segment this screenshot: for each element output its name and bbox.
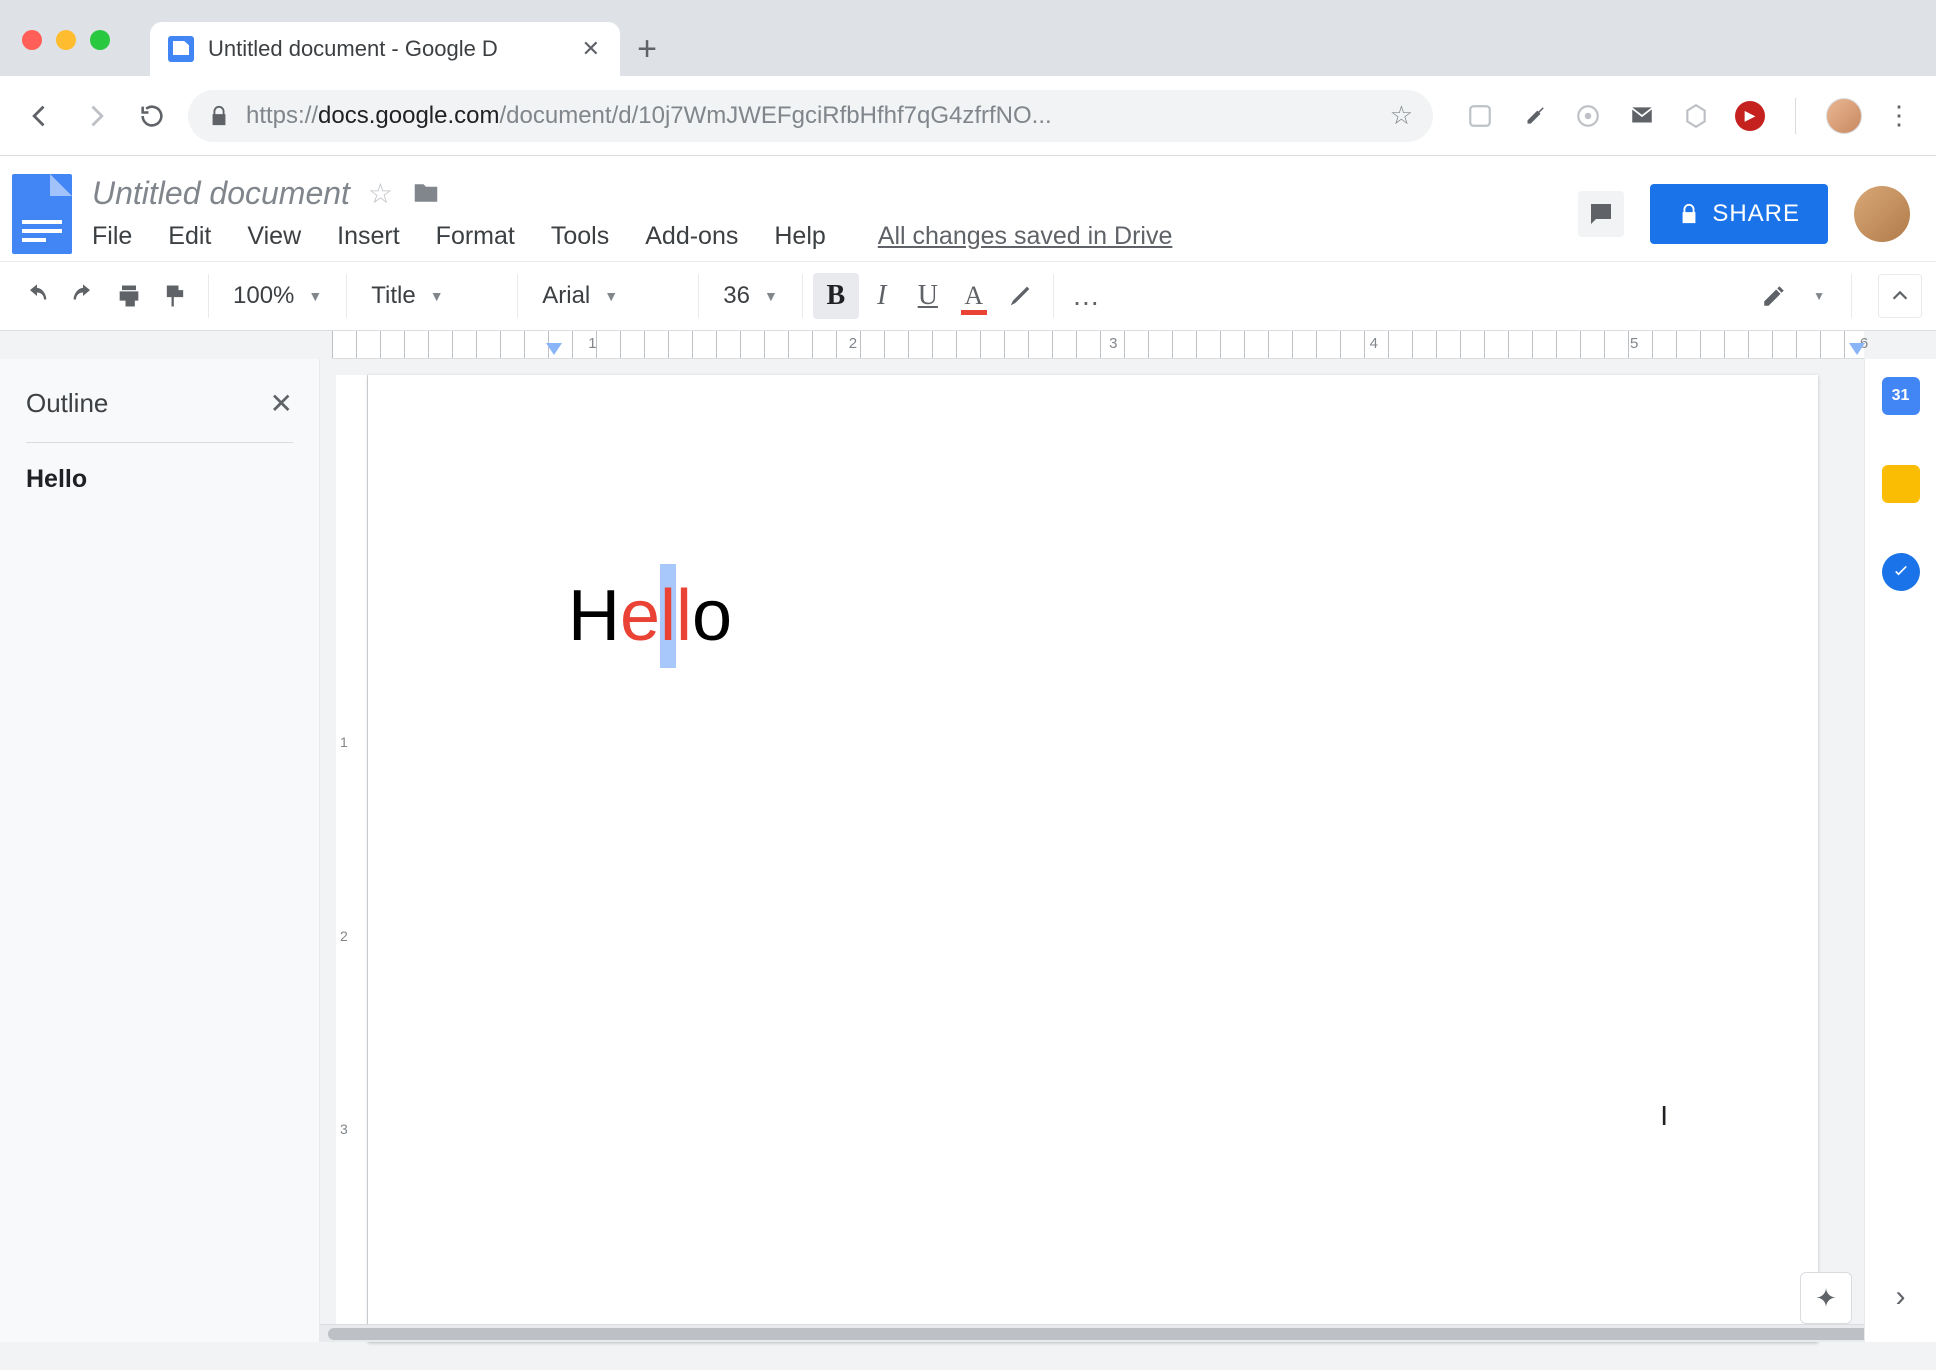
menubar: File Edit View Insert Format Tools Add-o…	[92, 222, 1578, 261]
window-maximize-button[interactable]	[90, 30, 110, 50]
browser-tab[interactable]: Untitled document - Google D ✕	[150, 22, 620, 76]
save-status[interactable]: All changes saved in Drive	[878, 222, 1173, 251]
tab-title: Untitled document - Google D	[208, 36, 498, 62]
caret-down-icon[interactable]: ▼	[1813, 289, 1825, 303]
calendar-addon-icon[interactable]: 31	[1882, 377, 1920, 415]
more-toolbar-button[interactable]: …	[1064, 273, 1110, 319]
lock-icon	[1678, 203, 1700, 225]
move-folder-icon[interactable]	[411, 178, 441, 208]
url-text: https://docs.google.com/document/d/10j7W…	[246, 102, 1052, 130]
redo-button[interactable]	[60, 273, 106, 319]
document-text[interactable]: Hello	[568, 575, 1768, 657]
outline-item[interactable]: Hello	[26, 465, 293, 494]
menu-format[interactable]: Format	[436, 222, 515, 251]
star-document-icon[interactable]: ☆	[368, 177, 393, 210]
new-tab-button[interactable]: +	[620, 22, 674, 76]
document-page[interactable]: Hello I	[368, 375, 1818, 1342]
extension-divider	[1795, 98, 1796, 134]
share-label: SHARE	[1712, 200, 1800, 228]
nav-forward-button[interactable]	[76, 96, 116, 136]
vertical-ruler[interactable]: 1 2 3	[336, 375, 368, 1342]
bold-button[interactable]: B	[813, 273, 859, 319]
tasks-addon-icon[interactable]	[1882, 553, 1920, 591]
right-indent-marker[interactable]	[1849, 343, 1865, 355]
font-size-select[interactable]: 36▼	[709, 273, 792, 319]
menu-view[interactable]: View	[247, 222, 301, 251]
text-color-button[interactable]: A	[951, 273, 997, 319]
hex-extension-icon[interactable]	[1681, 101, 1711, 131]
paint-format-button[interactable]	[152, 273, 198, 319]
nav-reload-button[interactable]	[132, 96, 172, 136]
left-indent-marker[interactable]	[546, 343, 562, 355]
share-button[interactable]: SHARE	[1650, 184, 1828, 244]
outline-title: Outline	[26, 388, 108, 419]
editing-mode-button[interactable]	[1751, 273, 1797, 319]
lock-icon	[208, 105, 230, 127]
eyedropper-extension-icon[interactable]	[1519, 101, 1549, 131]
caret-down-icon: ▼	[604, 288, 618, 304]
comments-button[interactable]	[1578, 191, 1624, 237]
menu-tools[interactable]: Tools	[551, 222, 609, 251]
menu-addons[interactable]: Add-ons	[645, 222, 738, 251]
caret-down-icon: ▼	[764, 288, 778, 304]
close-outline-icon[interactable]: ✕	[270, 387, 293, 420]
print-button[interactable]	[106, 273, 152, 319]
tab-close-icon[interactable]: ✕	[582, 36, 600, 62]
paragraph-style-select[interactable]: Title▼	[357, 273, 507, 319]
window-minimize-button[interactable]	[56, 30, 76, 50]
side-panel: 31 ›	[1864, 359, 1936, 1342]
menu-help[interactable]: Help	[774, 222, 825, 251]
address-bar[interactable]: https://docs.google.com/document/d/10j7W…	[188, 90, 1433, 142]
browser-menu-button[interactable]: ⋮	[1886, 100, 1912, 131]
side-panel-collapse-icon[interactable]: ›	[1896, 1280, 1906, 1314]
mail-extension-icon[interactable]	[1627, 101, 1657, 131]
account-avatar[interactable]	[1854, 186, 1910, 242]
profile-avatar[interactable]	[1826, 98, 1862, 134]
menu-insert[interactable]: Insert	[337, 222, 400, 251]
bookmark-star-icon[interactable]: ☆	[1390, 100, 1413, 131]
extension-icon[interactable]	[1465, 101, 1495, 131]
docs-logo-icon[interactable]	[12, 174, 72, 254]
menu-file[interactable]: File	[92, 222, 132, 251]
nav-back-button[interactable]	[20, 96, 60, 136]
horizontal-ruler[interactable]: 1 2 3 4 5 6	[332, 331, 1864, 359]
zoom-select[interactable]: 100%▼	[219, 273, 336, 319]
caret-down-icon: ▼	[430, 288, 444, 304]
undo-button[interactable]	[14, 273, 60, 319]
horizontal-scrollbar[interactable]	[320, 1324, 1864, 1342]
window-close-button[interactable]	[22, 30, 42, 50]
keep-addon-icon[interactable]	[1882, 465, 1920, 503]
menu-edit[interactable]: Edit	[168, 222, 211, 251]
text-color-indicator	[961, 310, 987, 315]
outline-panel: Outline ✕ Hello	[0, 359, 320, 1342]
font-family-select[interactable]: Arial▼	[528, 273, 688, 319]
highlight-color-button[interactable]	[997, 273, 1043, 319]
explore-button[interactable]: ✦	[1800, 1272, 1852, 1324]
circle-extension-icon[interactable]	[1573, 101, 1603, 131]
docs-favicon-icon	[168, 36, 194, 62]
document-title[interactable]: Untitled document	[92, 175, 350, 212]
collapse-toolbar-button[interactable]	[1878, 274, 1922, 318]
caret-down-icon: ▼	[308, 288, 322, 304]
play-extension-icon[interactable]: ▶	[1735, 101, 1765, 131]
underline-button[interactable]: U	[905, 273, 951, 319]
text-cursor-icon: I	[1660, 1100, 1668, 1132]
italic-button[interactable]: I	[859, 273, 905, 319]
